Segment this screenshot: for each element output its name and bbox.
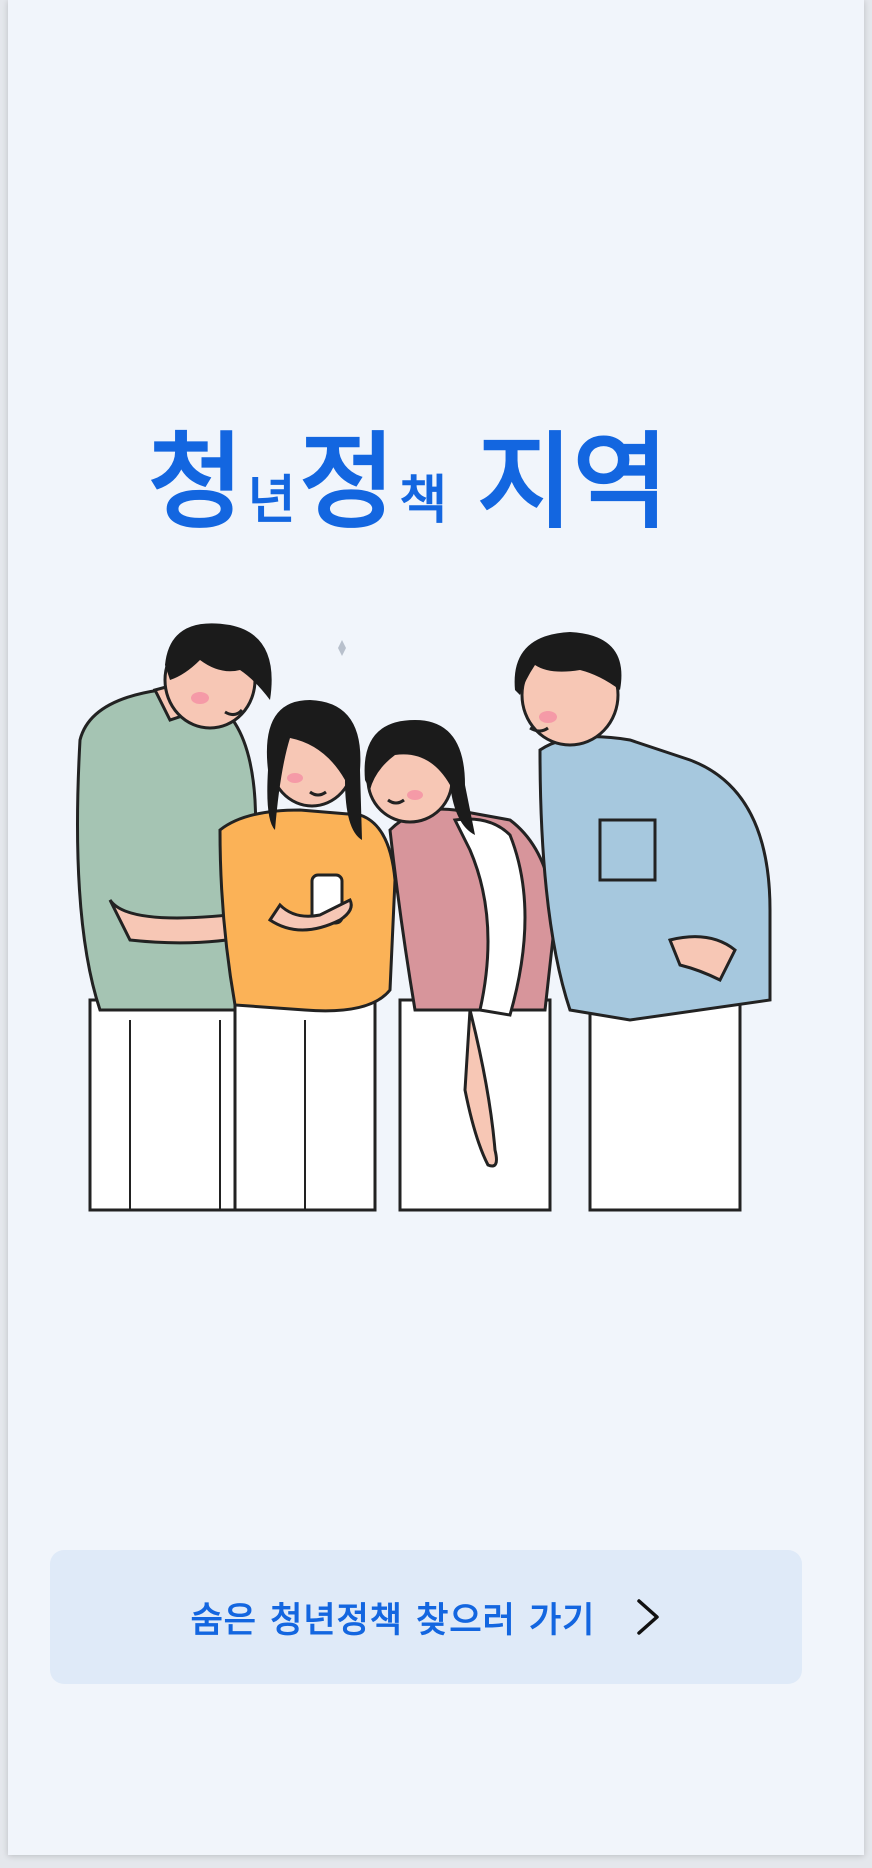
sparkle-icon xyxy=(338,640,346,656)
app-screen: 청 년 정 책 지역 숨은 청년정책 찾으러 가기 xyxy=(8,0,864,1855)
title-char-1: 청 xyxy=(148,421,244,543)
people-looking-at-phone-illustration xyxy=(76,623,772,1212)
person-pink-vest xyxy=(364,720,557,1212)
title-char-3: 정 xyxy=(299,421,396,543)
title-char-4: 책 xyxy=(399,471,448,531)
chevron-right-icon xyxy=(637,1599,660,1635)
find-policy-button[interactable]: 숨은 청년정책 찾으러 가기 xyxy=(50,1550,802,1684)
find-policy-button-label: 숨은 청년정책 찾으러 가기 xyxy=(190,1600,596,1641)
page-title: 청 년 정 책 지역 xyxy=(148,430,668,534)
title-word-region: 지역 xyxy=(477,421,669,543)
person-blue-shirt xyxy=(514,632,772,1212)
title-char-2: 년 xyxy=(247,471,296,531)
